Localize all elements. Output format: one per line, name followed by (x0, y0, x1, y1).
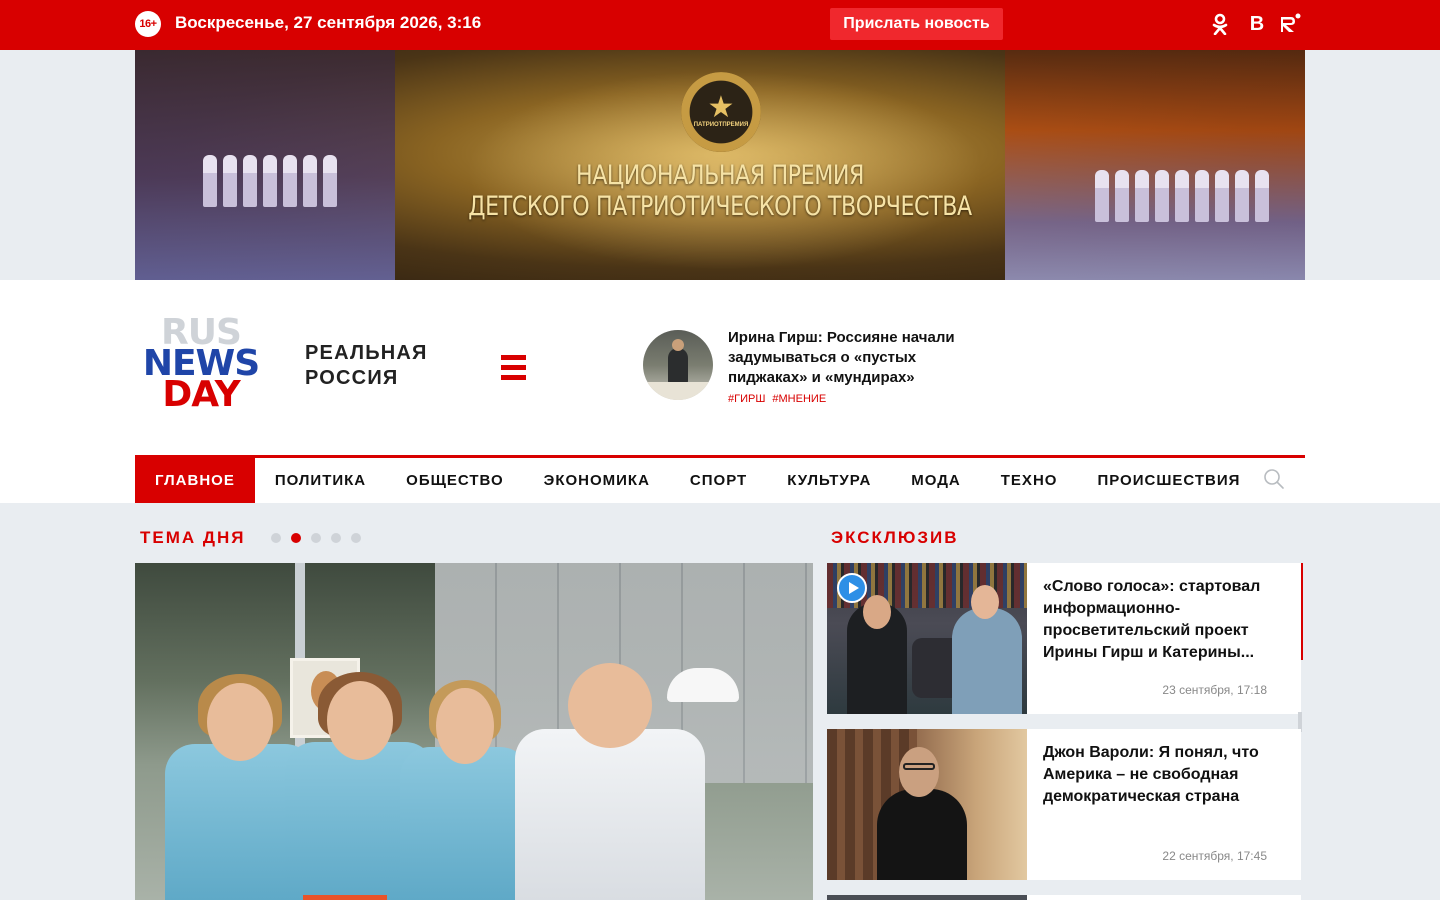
exclusive-card-time: 22 сентября, 17:45 (1162, 849, 1267, 863)
age-rating-badge: 16+ (135, 11, 161, 37)
exclusive-card-time: 23 сентября, 17:18 (1162, 683, 1267, 697)
main-navigation: ГЛАВНОЕ ПОЛИТИКА ОБЩЕСТВО ЭКОНОМИКА СПОР… (135, 455, 1305, 503)
nav-item-sport[interactable]: СПОРТ (670, 458, 767, 503)
exclusive-scroll-indicator (1301, 563, 1303, 660)
award-medal-logo: ★ ПАТРИОТПРЕМИЯ (681, 72, 761, 152)
rutube-icon[interactable] (1278, 12, 1302, 36)
featured-article-tags: #ГИРШ #МНЕНИЕ (728, 393, 833, 405)
site-header: RUS NEWS DAY РЕАЛЬНАЯ РОССИЯ Ирина Гирш:… (0, 280, 1440, 503)
nav-item-incidents[interactable]: ПРОИСШЕСТВИЯ (1077, 458, 1260, 503)
slider-dot-active[interactable] (291, 533, 301, 543)
exclusive-card-title[interactable]: Джон Вароли: Я понял, что Америка – не с… (1043, 742, 1283, 808)
site-logo[interactable]: RUS NEWS DAY (135, 315, 267, 413)
tag-link[interactable]: #ГИРШ (728, 393, 765, 405)
current-datetime: Воскресенье, 27 сентября 2026, 3:16 (175, 13, 482, 32)
site-tagline: РЕАЛЬНАЯ РОССИЯ (305, 342, 428, 389)
topic-of-day-heading: ТЕМА ДНЯ (140, 528, 246, 547)
slider-dot[interactable] (311, 533, 321, 543)
promo-banner[interactable]: ★ ПАТРИОТПРЕМИЯ НАЦИОНАЛЬНАЯ ПРЕМИЯ ДЕТС… (135, 50, 1305, 280)
slider-dot[interactable] (351, 533, 361, 543)
exclusive-card[interactable]: Джон Вароли: Я понял, что Америка – не с… (827, 729, 1301, 880)
exclusive-card-thumbnail (827, 729, 1027, 880)
nav-item-tech[interactable]: ТЕХНО (981, 458, 1078, 503)
nav-item-culture[interactable]: КУЛЬТУРА (767, 458, 891, 503)
nav-item-politics[interactable]: ПОЛИТИКА (255, 458, 386, 503)
search-icon[interactable] (1263, 468, 1285, 490)
exclusive-card-title[interactable]: «Слово голоса»: стартовал информационно-… (1043, 576, 1283, 664)
top-bar: 16+ Воскресенье, 27 сентября 2026, 3:16 … (0, 0, 1440, 50)
nav-item-society[interactable]: ОБЩЕСТВО (386, 458, 524, 503)
star-icon: ★ (707, 90, 735, 124)
menu-hamburger-icon[interactable] (501, 355, 526, 380)
exclusive-heading: ЭКСКЛЮЗИВ (831, 528, 959, 547)
nav-item-fashion[interactable]: МОДА (891, 458, 980, 503)
featured-article-title[interactable]: Ирина Гирш: Россияне начали задумываться… (728, 328, 998, 388)
slider-dot[interactable] (271, 533, 281, 543)
nav-item-main[interactable]: ГЛАВНОЕ (135, 458, 255, 503)
banner-title-line2: ДЕТСКОГО ПАТРИОТИЧЕСКОГО ТВОРЧЕСТВА (468, 191, 972, 222)
exclusive-card-thumbnail (827, 895, 1027, 900)
medal-caption: ПАТРИОТПРЕМИЯ (693, 122, 749, 128)
topic-hero-image[interactable] (135, 563, 813, 900)
slider-dot[interactable] (331, 533, 341, 543)
exclusive-card-partial[interactable] (827, 895, 1301, 900)
featured-article-thumbnail[interactable] (643, 330, 713, 400)
vk-icon[interactable]: В (1246, 12, 1268, 36)
topic-slider-dots (271, 533, 361, 543)
send-news-button[interactable]: Прислать новость (830, 8, 1003, 40)
play-video-icon[interactable] (837, 573, 867, 603)
ok-icon[interactable] (1210, 12, 1230, 36)
nav-item-economy[interactable]: ЭКОНОМИКА (524, 458, 670, 503)
banner-title-line1: НАЦИОНАЛЬНАЯ ПРЕМИЯ (575, 160, 865, 191)
exclusive-card[interactable]: «Слово голоса»: стартовал информационно-… (827, 563, 1303, 714)
tag-link[interactable]: #МНЕНИЕ (772, 393, 826, 405)
